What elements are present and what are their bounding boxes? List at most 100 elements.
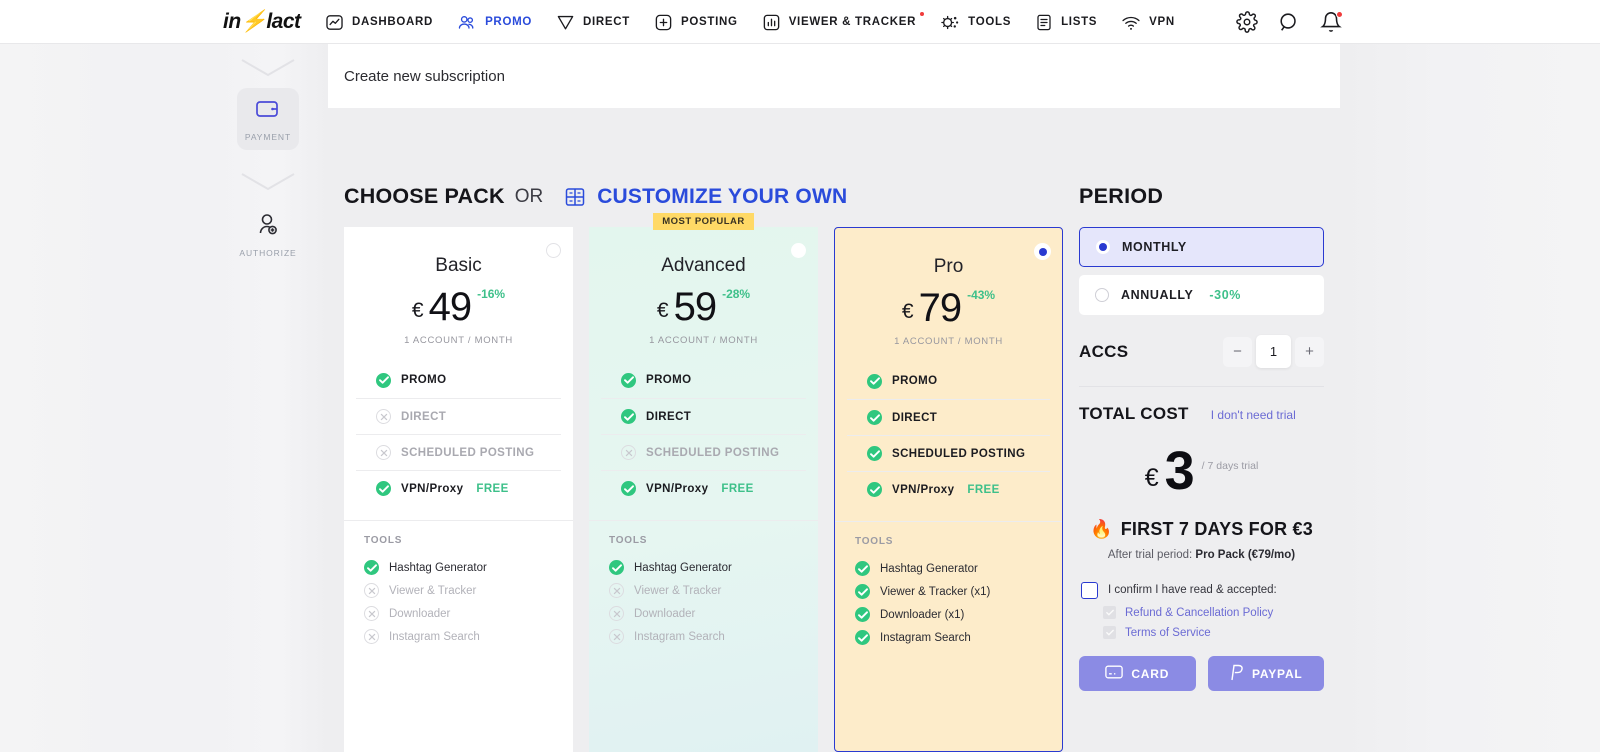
logo-suffix: lact xyxy=(266,10,301,33)
promo-icon xyxy=(457,13,477,32)
no-trial-link[interactable]: I don't need trial xyxy=(1211,408,1296,422)
plan-radio[interactable] xyxy=(546,243,561,258)
consent-links: Refund & Cancellation Policy Terms of Ser… xyxy=(1079,606,1324,640)
feature-check-icon xyxy=(867,446,882,461)
posting-icon xyxy=(654,13,673,32)
plan-features: PROMO DIRECT SCHEDULED POSTING VPN/Proxy FR… xyxy=(344,362,573,506)
after-trial-value: Pro Pack (€79/mo) xyxy=(1195,549,1296,562)
nav-right-icons xyxy=(1236,0,1343,44)
sidebar-item-payment[interactable]: PAYMENT xyxy=(237,88,299,150)
pay-card-button[interactable]: CARD xyxy=(1079,656,1196,692)
bell-icon[interactable] xyxy=(1320,11,1343,33)
nav-item-viewer-tracker[interactable]: VIEWER & TRACKER xyxy=(750,0,928,44)
period-radio[interactable] xyxy=(1096,240,1110,254)
plan-tool-label: Viewer & Tracker xyxy=(634,584,722,597)
period-options: MONTHLY ANNUALLY -30% xyxy=(1079,227,1324,315)
plan-card-pro[interactable]: Pro €79 -43% 1 ACCOUNT / MONTH PROMO DIRECT SC… xyxy=(834,227,1063,752)
tool-check-icon xyxy=(855,584,870,599)
top-navigation-bar: in⚡lact DASHBOARD PROMO DIRECT POSTING VIEWE… xyxy=(0,0,1600,44)
customize-your-own-link[interactable]: CUSTOMIZE YOUR OWN xyxy=(597,185,847,209)
plan-tool-label: Viewer & Tracker xyxy=(389,584,477,597)
vpn-icon xyxy=(1121,13,1141,32)
main-panel: Create new subscription CHOOSE PACK OR C… xyxy=(328,44,1340,752)
plan-tool-row: Instagram Search xyxy=(609,625,798,648)
period-radio[interactable] xyxy=(1095,288,1109,302)
plan-feature-label: VPN/Proxy xyxy=(892,483,955,496)
plan-tool-row: Instagram Search xyxy=(364,625,553,648)
plan-feature-label: DIRECT xyxy=(892,411,938,424)
consent-link-row: Terms of Service xyxy=(1079,626,1324,640)
plan-feature-label: SCHEDULED POSTING xyxy=(401,446,535,459)
inflact-logo[interactable]: in⚡lact xyxy=(223,10,301,34)
plan-feature-label: PROMO xyxy=(892,375,938,387)
plan-feature-label: PROMO xyxy=(646,374,692,386)
plan-tool-row: Instagram Search xyxy=(855,626,1042,649)
plan-feature-row: SCHEDULED POSTING xyxy=(601,434,806,470)
total-currency: € xyxy=(1144,464,1159,492)
nav-item-direct[interactable]: DIRECT xyxy=(544,0,642,44)
feature-free-tag: FREE xyxy=(967,483,1000,496)
plan-period-note: 1 ACCOUNT / MONTH xyxy=(404,335,513,346)
nav-item-lists[interactable]: LISTS xyxy=(1023,0,1109,44)
sidebar-item-authorize[interactable]: AUTHORIZE xyxy=(237,202,299,266)
customize-grid-icon[interactable] xyxy=(565,187,585,207)
nav-item-promo[interactable]: PROMO xyxy=(445,0,544,44)
consent-checkbox[interactable] xyxy=(1103,606,1116,620)
accs-increment-button[interactable]: + xyxy=(1295,336,1324,367)
plan-feature-label: PROMO xyxy=(401,374,447,386)
left-background xyxy=(0,44,208,752)
consent-checkbox[interactable] xyxy=(1103,626,1116,640)
plan-feature-row: PROMO xyxy=(356,362,561,398)
plan-period-note: 1 ACCOUNT / MONTH xyxy=(894,336,1003,347)
accs-row: ACCS − 1 + xyxy=(1079,335,1324,387)
consent-link[interactable]: Terms of Service xyxy=(1125,627,1211,639)
app-root: in⚡lact DASHBOARD PROMO DIRECT POSTING VIEWE… xyxy=(0,0,1600,752)
pay-paypal-label: PAYPAL xyxy=(1251,666,1303,681)
choose-pack-label: CHOOSE PACK xyxy=(344,184,505,208)
feature-check-icon xyxy=(867,482,882,497)
nav-item-label: LISTS xyxy=(1061,16,1098,28)
plan-feature-row: DIRECT xyxy=(601,398,806,434)
feature-check-icon xyxy=(621,481,636,496)
plan-discount: -28% xyxy=(722,287,751,301)
nav-item-tools[interactable]: TOOLS xyxy=(928,0,1023,44)
plan-card-basic[interactable]: Basic €49 -16% 1 ACCOUNT / MONTH PROMO DIRECT… xyxy=(344,227,573,752)
period-option-monthly[interactable]: MONTHLY xyxy=(1079,227,1324,267)
tool-cross-icon xyxy=(609,583,624,598)
feature-check-icon xyxy=(867,373,882,389)
plan-tool-row: Downloader xyxy=(364,602,553,625)
plan-feature-label: VPN/Proxy xyxy=(646,482,709,495)
plan-feature-label: DIRECT xyxy=(646,410,692,423)
plan-discount: -43% xyxy=(967,288,996,302)
pay-paypal-button[interactable]: PAYPAL xyxy=(1207,656,1324,692)
accs-decrement-button[interactable]: − xyxy=(1223,336,1252,367)
nav-item-posting[interactable]: POSTING xyxy=(642,0,750,44)
gear-icon[interactable] xyxy=(1236,11,1258,33)
plan-price: €49 -16% xyxy=(344,283,573,327)
plan-tool-label: Instagram Search xyxy=(634,630,725,643)
accs-value[interactable]: 1 xyxy=(1256,335,1291,368)
plan-card-advanced[interactable]: Advanced €59 -28% 1 ACCOUNT / MONTH PROMO DIR… xyxy=(589,227,818,752)
confirm-checkbox[interactable] xyxy=(1081,582,1098,600)
nav-item-badge-dot xyxy=(920,12,925,16)
plan-radio[interactable] xyxy=(791,243,806,258)
period-option-discount: -30% xyxy=(1209,288,1241,302)
right-background xyxy=(1340,44,1600,752)
nav-item-vpn[interactable]: VPN xyxy=(1109,0,1187,44)
total-cost-row: TOTAL COST I don't need trial xyxy=(1079,404,1324,424)
plan-tool-label: Hashtag Generator xyxy=(389,561,487,574)
confirm-row: I confirm I have read & accepted: xyxy=(1079,582,1324,600)
period-option-annually[interactable]: ANNUALLY -30% xyxy=(1079,275,1324,315)
nav-item-dashboard[interactable]: DASHBOARD xyxy=(313,0,445,44)
plan-tool-row: Viewer & Tracker xyxy=(609,579,798,602)
search-icon[interactable] xyxy=(1278,11,1300,33)
plan-tools-header: TOOLS xyxy=(855,536,894,547)
plan-tools: TOOLS Hashtag Generator Viewer & Tracker Do… xyxy=(344,520,573,648)
credit-card-icon xyxy=(1105,665,1124,682)
user-add-icon xyxy=(256,212,280,241)
consent-link[interactable]: Refund & Cancellation Policy xyxy=(1125,607,1273,619)
plan-feature-row: PROMO xyxy=(601,362,806,398)
plan-radio-selected[interactable] xyxy=(1035,244,1050,259)
tool-cross-icon xyxy=(364,606,379,621)
plan-feature-row: VPN/Proxy FREE xyxy=(356,470,561,506)
